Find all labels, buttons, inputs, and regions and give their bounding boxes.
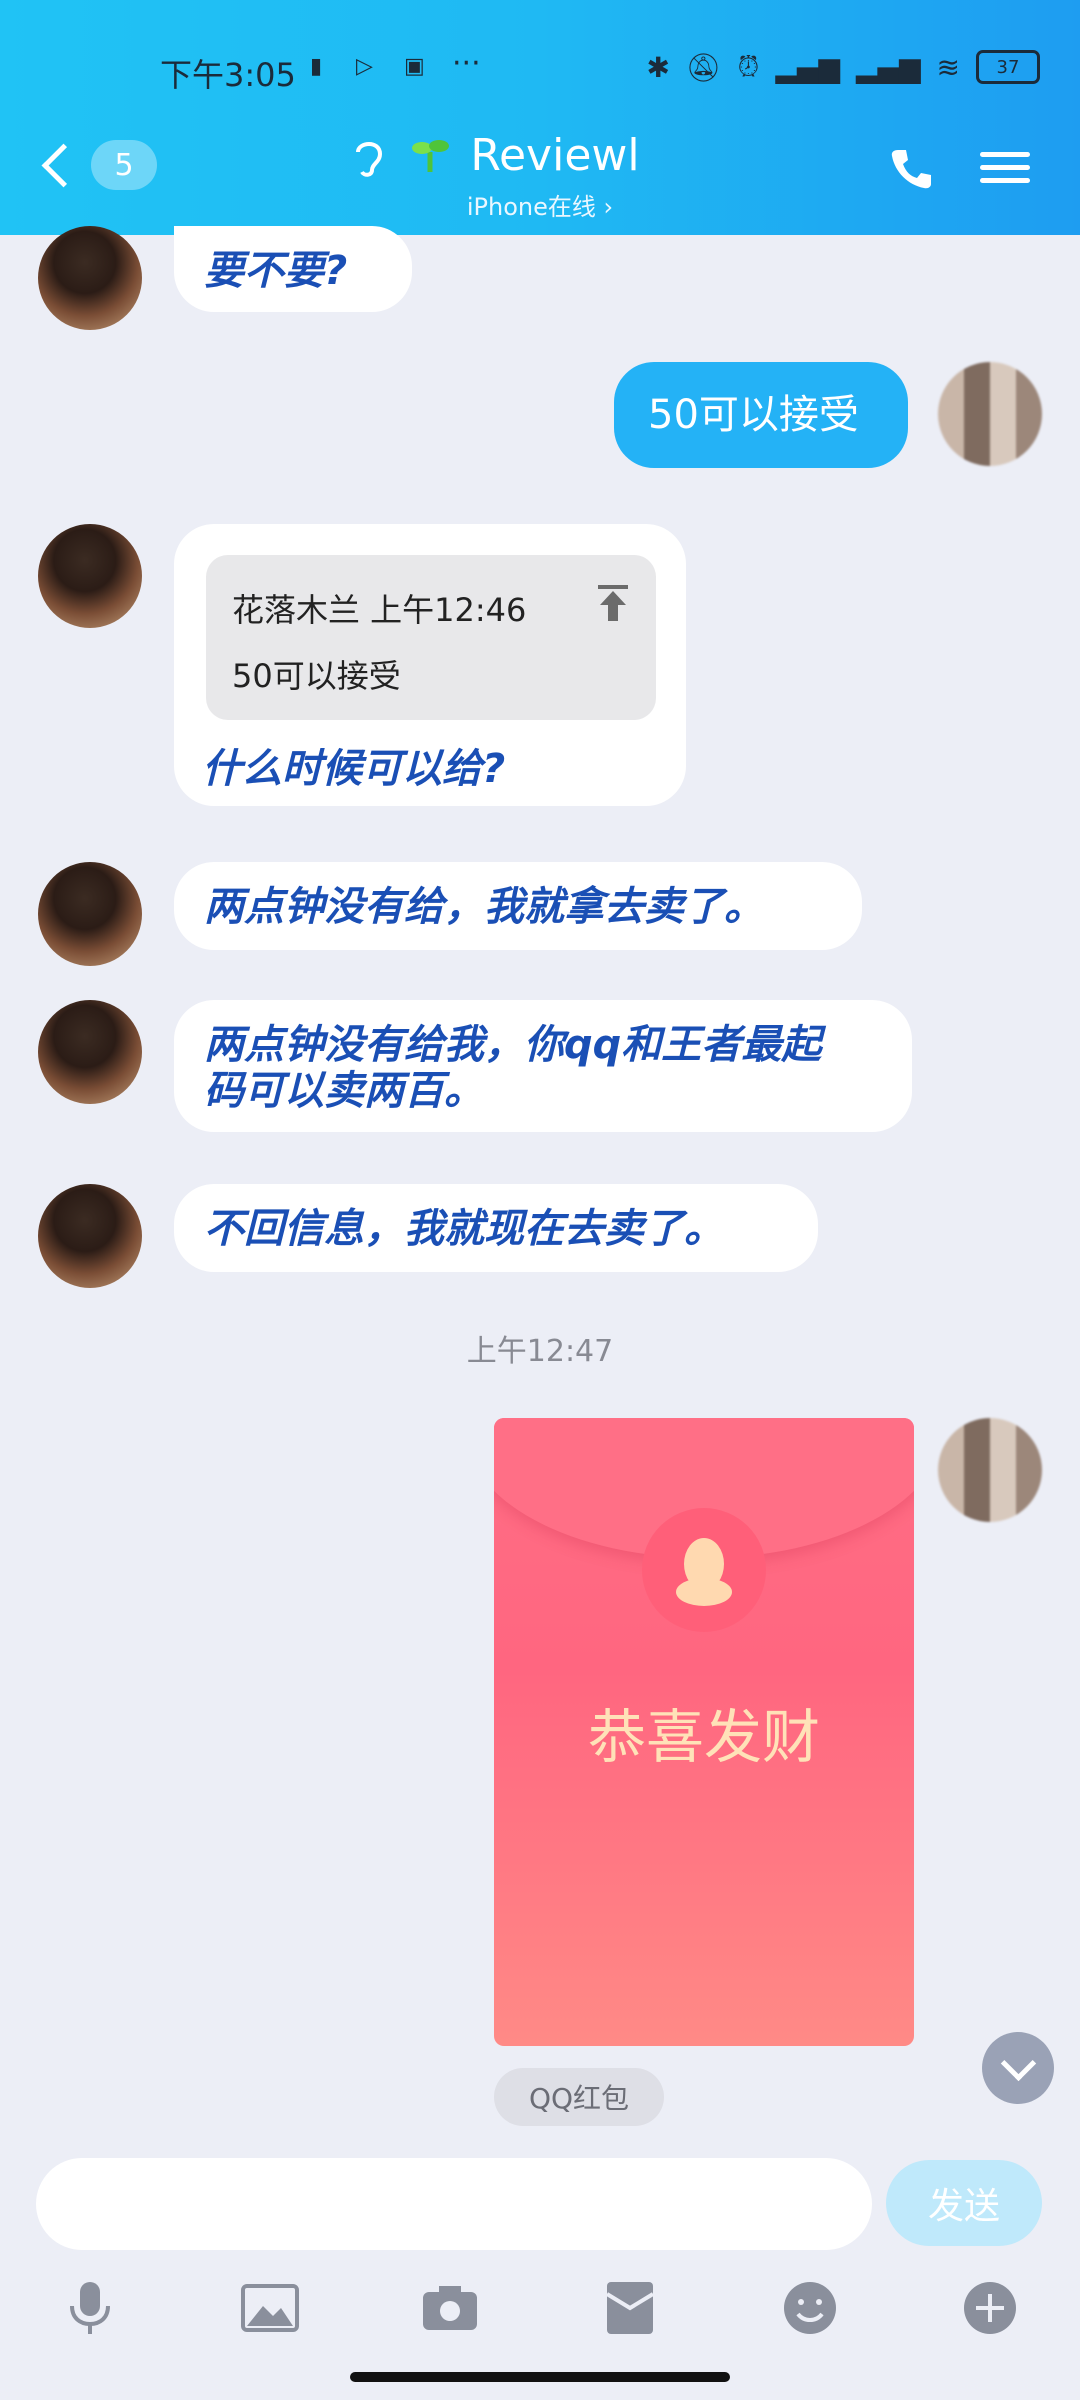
- red-packet-label: QQ红包: [494, 2068, 664, 2126]
- phone-icon[interactable]: [888, 146, 938, 196]
- signal-icon-2: ▂▄▆: [855, 50, 921, 84]
- chevron-left-icon: [41, 143, 86, 187]
- alarm-icon: ⏰︎: [737, 50, 760, 83]
- scroll-to-bottom-button[interactable]: [982, 2032, 1054, 2104]
- sim-icon: ▮: [310, 54, 323, 79]
- emoji-icon[interactable]: [780, 2278, 840, 2338]
- menu-icon[interactable]: [980, 144, 1030, 194]
- status-icons: ✱ 🔕︎ ⏰︎ ▂▄▆ ▂▄▆ ≋ 37: [646, 50, 1040, 84]
- play-icon: ▷: [356, 54, 373, 79]
- message-bubble[interactable]: 两点钟没有给，我就拿去卖了。: [174, 862, 862, 950]
- red-packet-card[interactable]: 恭喜发财: [494, 1418, 914, 2046]
- message-bubble[interactable]: 要不要?: [174, 226, 412, 312]
- back-button[interactable]: 5: [40, 140, 157, 190]
- message-line: 两点钟没有给我，你qq和王者最起: [204, 1022, 822, 1068]
- jump-to-message-icon[interactable]: [596, 583, 630, 623]
- message-bubble[interactable]: 两点钟没有给我，你qq和王者最起 码可以卖两百。: [174, 1000, 912, 1132]
- battery-icon: 37: [976, 50, 1040, 84]
- message-input[interactable]: [36, 2158, 872, 2250]
- outgoing-message-bubble[interactable]: 50可以接受: [614, 362, 908, 468]
- microphone-icon[interactable]: [60, 2278, 120, 2338]
- contact-title[interactable]: Reviewl iPhone在线 ›: [340, 130, 740, 222]
- contact-avatar[interactable]: [38, 226, 142, 330]
- ear-icon[interactable]: [352, 136, 386, 188]
- home-indicator[interactable]: [350, 2372, 730, 2382]
- contact-avatar[interactable]: [38, 1184, 142, 1288]
- menu-line: [980, 152, 1030, 157]
- reply-text: 什么时候可以给?: [202, 746, 506, 792]
- image-icon[interactable]: [240, 2278, 300, 2338]
- camera-icon[interactable]: [420, 2278, 480, 2338]
- mute-bell-icon: 🔕︎: [685, 50, 722, 84]
- unread-badge: 5: [91, 140, 157, 190]
- presence-status[interactable]: iPhone在线 ›: [340, 187, 740, 222]
- signal-icon: ▂▄▆: [775, 50, 840, 84]
- bluetooth-icon: ✱: [646, 50, 670, 84]
- red-packet-icon[interactable]: [600, 2278, 660, 2338]
- more-dots: ···: [452, 46, 481, 81]
- status-bar: 下午3:05 ▮ ▷ ▣ ··· ✱ 🔕︎ ⏰︎ ▂▄▆ ▂▄▆ ≋ 37: [0, 46, 1080, 100]
- self-avatar[interactable]: [938, 1418, 1042, 1522]
- contact-avatar[interactable]: [38, 1000, 142, 1104]
- sprout-icon: [410, 134, 450, 183]
- message-timestamp: 上午12:47: [466, 1334, 614, 1369]
- contact-avatar[interactable]: [38, 862, 142, 966]
- wifi-icon: ≋: [936, 50, 960, 84]
- quote-sender-time: 花落木兰 上午12:46: [232, 591, 527, 629]
- self-avatar[interactable]: [938, 362, 1042, 466]
- message-line: 码可以卖两百。: [204, 1068, 484, 1114]
- nav-row: 5 Reviewl iPhone在线 ›: [0, 130, 1080, 222]
- message-bubble[interactable]: 不回信息，我就现在去卖了。: [174, 1184, 818, 1272]
- plus-icon[interactable]: [960, 2278, 1020, 2338]
- chat-header: 下午3:05 ▮ ▷ ▣ ··· ✱ 🔕︎ ⏰︎ ▂▄▆ ▂▄▆ ≋ 37 5 …: [0, 0, 1080, 235]
- battery-level: 37: [996, 56, 1020, 78]
- menu-line: [980, 178, 1030, 183]
- input-toolbar: [0, 2262, 1080, 2352]
- qq-penguin-icon: [642, 1508, 766, 1632]
- contact-avatar[interactable]: [38, 524, 142, 628]
- quoted-message[interactable]: 花落木兰 上午12:46 50可以接受: [206, 555, 656, 720]
- status-time: 下午3:05: [160, 56, 296, 94]
- notification-icon: ▣: [404, 54, 425, 79]
- send-button[interactable]: 发送: [886, 2160, 1042, 2246]
- menu-line: [980, 165, 1030, 170]
- chevron-down-icon: [1000, 2045, 1036, 2081]
- red-packet-greeting: 恭喜发财: [587, 1703, 820, 1771]
- quote-text: 50可以接受: [232, 657, 401, 695]
